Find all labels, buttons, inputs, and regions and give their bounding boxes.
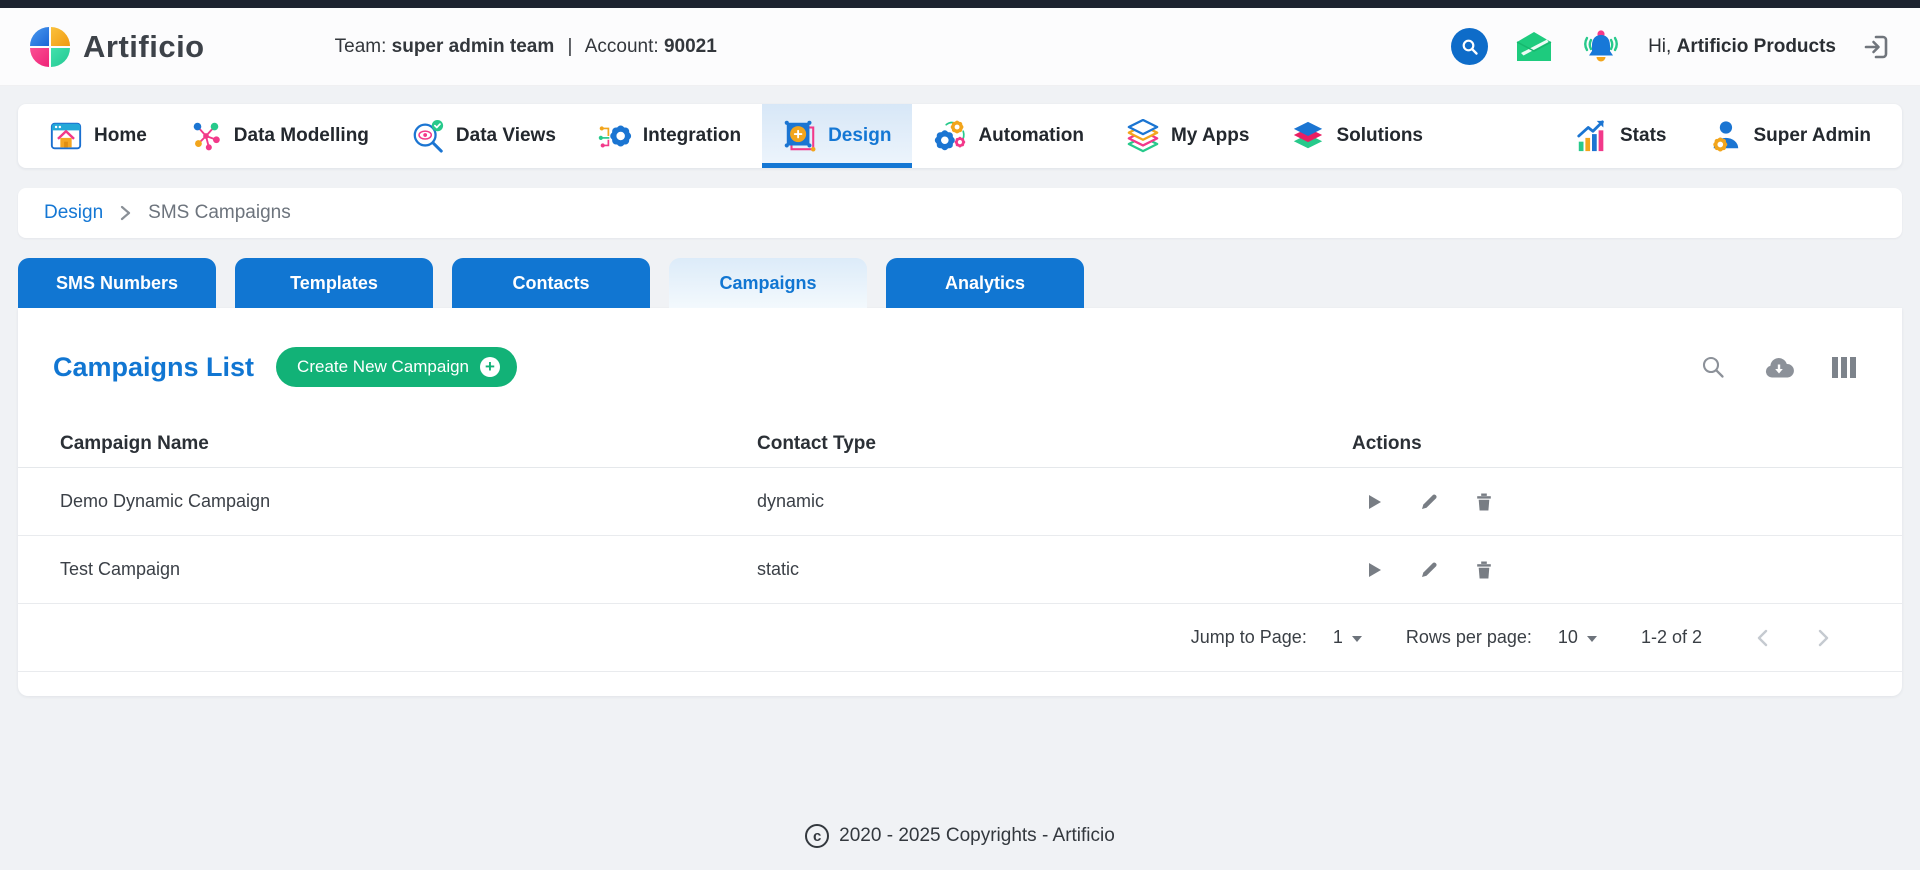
team-account-info: Team: super admin team | Account: 90021: [335, 36, 717, 58]
main-navigation: Home Data Modelling Data Views Integrati…: [18, 104, 1902, 168]
sms-section-tabs: SMS Numbers Templates Contacts Campaigns…: [18, 258, 1902, 308]
page-select[interactable]: 1: [1333, 627, 1362, 648]
campaign-name-cell: Demo Dynamic Campaign: [60, 491, 757, 512]
nav-item-data-views[interactable]: Data Views: [390, 104, 577, 168]
stats-icon: [1575, 119, 1609, 153]
design-icon: [783, 119, 817, 153]
breadcrumb: Design SMS Campaigns: [18, 188, 1902, 238]
separator: |: [568, 36, 573, 57]
table-header-row: Campaign Name Contact Type Actions: [18, 420, 1902, 468]
tab-analytics[interactable]: Analytics: [886, 258, 1084, 308]
user-greeting: Hi, Artificio Products: [1648, 36, 1836, 58]
nav-item-integration[interactable]: Integration: [577, 104, 762, 168]
team-name: super admin team: [392, 36, 555, 57]
tab-campaigns[interactable]: Campaigns: [669, 258, 867, 308]
nav-label: Home: [94, 125, 147, 147]
nav-label: Design: [828, 125, 891, 147]
notifications-bell-icon[interactable]: [1580, 28, 1622, 65]
column-header-campaign-name: Campaign Name: [60, 433, 757, 455]
chevron-right-icon: [120, 205, 131, 221]
automation-icon: [933, 119, 967, 153]
home-icon: [49, 119, 83, 153]
nav-item-solutions[interactable]: Solutions: [1270, 104, 1444, 168]
breadcrumb-design-link[interactable]: Design: [44, 202, 103, 224]
table-row: Test Campaign static: [18, 536, 1902, 604]
edit-campaign-icon[interactable]: [1419, 492, 1439, 512]
contact-type-cell: dynamic: [757, 491, 1352, 512]
run-campaign-icon[interactable]: [1364, 560, 1384, 580]
table-search-icon[interactable]: [1701, 355, 1726, 380]
tab-sms-numbers[interactable]: SMS Numbers: [18, 258, 216, 308]
app-header: Artificio Team: super admin team | Accou…: [0, 8, 1920, 86]
data-views-icon: [411, 119, 445, 153]
search-icon[interactable]: [1451, 28, 1488, 65]
app-logo[interactable]: Artificio: [30, 27, 205, 67]
pagination-range: 1-2 of 2: [1641, 627, 1702, 648]
greeting-prefix: Hi,: [1648, 36, 1671, 57]
tab-templates[interactable]: Templates: [235, 258, 433, 308]
edit-campaign-icon[interactable]: [1419, 560, 1439, 580]
jump-to-page-label: Jump to Page:: [1191, 627, 1307, 648]
caret-down-icon: [1352, 636, 1362, 642]
top-dark-strip: [0, 0, 1920, 8]
nav-item-stats[interactable]: Stats: [1554, 104, 1687, 168]
nav-label: Super Admin: [1753, 125, 1871, 147]
nav-label: Data Views: [456, 125, 556, 147]
nav-item-data-modelling[interactable]: Data Modelling: [168, 104, 390, 168]
download-cloud-icon[interactable]: [1763, 356, 1795, 379]
campaigns-card: Campaigns List Create New Campaign + Cam…: [18, 308, 1902, 696]
logo-quadrant-icon: [30, 27, 70, 67]
nav-label: Integration: [643, 125, 741, 147]
page-title: Campaigns List: [53, 352, 254, 383]
account-number: 90021: [664, 36, 717, 57]
rows-per-page-value: 10: [1558, 627, 1578, 648]
nav-label: My Apps: [1171, 125, 1249, 147]
data-modelling-icon: [189, 119, 223, 153]
account-label: Account:: [585, 36, 659, 57]
nav-item-home[interactable]: Home: [28, 104, 168, 168]
integration-icon: [598, 119, 632, 153]
logout-icon[interactable]: [1862, 33, 1890, 61]
nav-item-automation[interactable]: Automation: [912, 104, 1105, 168]
rows-per-page-select[interactable]: 10: [1558, 627, 1597, 648]
delete-campaign-icon[interactable]: [1474, 560, 1494, 580]
nav-item-my-apps[interactable]: My Apps: [1105, 104, 1270, 168]
caret-down-icon: [1587, 636, 1597, 642]
team-label: Team:: [335, 36, 387, 57]
nav-label: Stats: [1620, 125, 1666, 147]
my-apps-icon: [1126, 119, 1160, 153]
rows-per-page-label: Rows per page:: [1406, 627, 1532, 648]
previous-page-icon[interactable]: [1754, 628, 1772, 648]
run-campaign-icon[interactable]: [1364, 492, 1384, 512]
page-footer: c 2020 - 2025 Copyrights - Artificio: [0, 824, 1920, 848]
solutions-icon: [1291, 119, 1325, 153]
nav-label: Automation: [978, 125, 1084, 147]
delete-campaign-icon[interactable]: [1474, 492, 1494, 512]
column-view-icon[interactable]: [1832, 357, 1856, 378]
column-header-actions: Actions: [1352, 433, 1422, 455]
tab-contacts[interactable]: Contacts: [452, 258, 650, 308]
greeting-username: Artificio Products: [1677, 36, 1836, 57]
table-row: Demo Dynamic Campaign dynamic: [18, 468, 1902, 536]
create-button-label: Create New Campaign: [297, 357, 469, 377]
column-header-contact-type: Contact Type: [757, 433, 1352, 455]
footer-text: 2020 - 2025 Copyrights - Artificio: [839, 825, 1115, 847]
logo-text: Artificio: [83, 29, 205, 65]
breadcrumb-current: SMS Campaigns: [148, 202, 291, 224]
contact-type-cell: static: [757, 559, 1352, 580]
super-admin-icon: [1708, 119, 1742, 153]
nav-label: Solutions: [1336, 125, 1423, 147]
copyright-icon: c: [805, 824, 829, 848]
nav-item-super-admin[interactable]: Super Admin: [1687, 104, 1892, 168]
next-page-icon[interactable]: [1814, 628, 1832, 648]
create-new-campaign-button[interactable]: Create New Campaign +: [276, 347, 517, 387]
nav-item-design[interactable]: Design: [762, 104, 912, 168]
campaign-name-cell: Test Campaign: [60, 559, 757, 580]
nav-label: Data Modelling: [234, 125, 369, 147]
page-select-value: 1: [1333, 627, 1343, 648]
pagination-bar: Jump to Page: 1 Rows per page: 10 1-2 of…: [18, 604, 1902, 672]
mail-icon[interactable]: [1514, 30, 1554, 63]
plus-icon: +: [480, 357, 500, 377]
